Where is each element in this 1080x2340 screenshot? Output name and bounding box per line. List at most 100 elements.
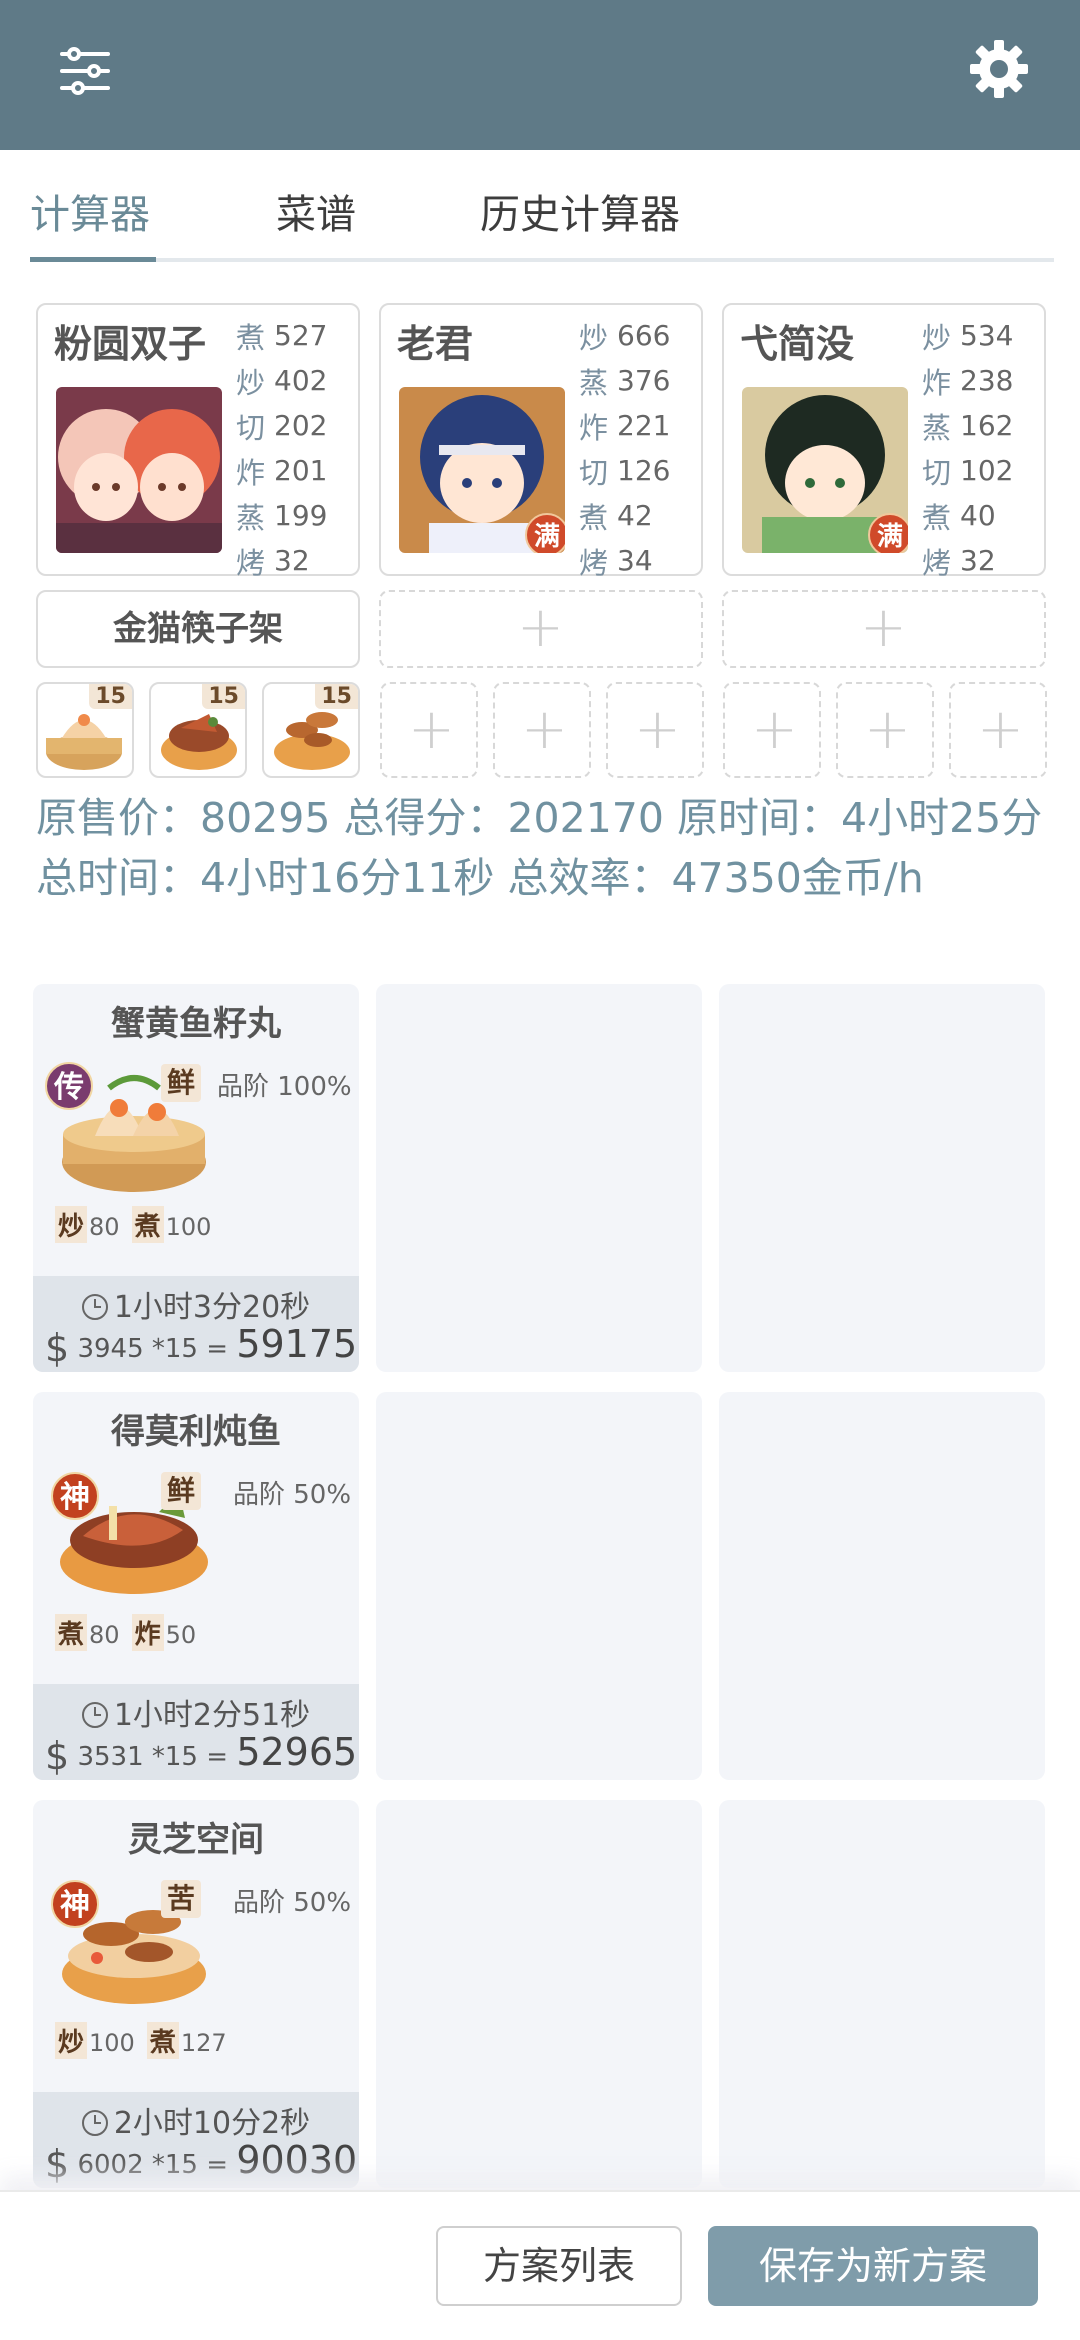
tab-recipes[interactable]: 菜谱	[276, 182, 356, 240]
dish-slot[interactable]: 15	[149, 682, 247, 778]
gear-icon[interactable]	[968, 38, 1030, 100]
chef-name: 弋简没	[740, 322, 855, 366]
plus-icon: +	[517, 595, 564, 660]
full-level-badge: 满	[868, 513, 908, 553]
stat-label: 烤	[579, 545, 609, 580]
flavor-tag: 苦	[161, 1880, 202, 1918]
tab-history-calculator[interactable]: 历史计算器	[480, 182, 680, 240]
dish-count-badge: 15	[89, 684, 132, 709]
dish-slot-empty[interactable]: +	[493, 682, 591, 778]
clock-icon	[81, 1702, 108, 1728]
skill-label: 炒	[55, 1206, 88, 1243]
skill-label: 煮	[146, 2022, 179, 2059]
plus-icon: +	[977, 697, 1024, 762]
dish-slot-empty[interactable]: +	[723, 682, 821, 778]
stat-value: 42	[617, 499, 653, 532]
chef-stats: 炒 666 蒸 376 炸 221 切 126 煮 42 烤 34	[579, 313, 670, 583]
summary-text: 原售价：80295 总得分：202170 原时间：4小时25分 总时间：4小时1…	[36, 794, 1043, 902]
stat-value: 34	[617, 544, 653, 577]
stat-value: 32	[274, 544, 310, 577]
dish-count-badge: 15	[315, 684, 358, 709]
dish-card-empty[interactable]	[376, 1392, 702, 1780]
save-new-plan-button[interactable]: 保存为新方案	[708, 2226, 1038, 2306]
dish-slot-empty[interactable]: +	[606, 682, 704, 778]
equipment-slot-empty[interactable]: +	[722, 590, 1046, 668]
chef-portrait: 满	[399, 387, 565, 553]
stat-label: 煮	[922, 500, 952, 535]
dish-name: 灵芝空间	[128, 1820, 264, 1860]
chef-card[interactable]: 老君 满 炒 666 蒸 376 炸 221 切 126 煮 42 烤 34	[379, 303, 703, 580]
dish-slot-empty[interactable]: +	[380, 682, 478, 778]
grade-label: 品阶 50%	[233, 1480, 352, 1510]
stat-value: 527	[274, 319, 328, 352]
chef-stats: 煮 527 炒 402 切 202 炸 201 蒸 199 烤 32	[236, 313, 327, 583]
chef-name: 粉圆双子	[54, 322, 207, 366]
stat-value: 162	[960, 409, 1014, 442]
skill-value: 100	[165, 1213, 212, 1241]
stat-label: 炸	[579, 410, 609, 445]
dish-price: $ 6002 *15 = 90030	[45, 2138, 358, 2186]
stat-label: 蒸	[579, 365, 609, 400]
dish-slot[interactable]: 15	[262, 682, 360, 778]
stat-value: 534	[960, 319, 1014, 352]
plus-icon: +	[860, 595, 907, 660]
equipment-slot[interactable]: 金猫筷子架	[36, 590, 360, 668]
chef-card[interactable]: 粉圆双子 煮 527 炒 402 切 202 炸 201 蒸 199 烤 32	[36, 303, 360, 580]
tab-calculator[interactable]: 计算器	[30, 182, 150, 240]
dish-footer: 2小时10分2秒 $ 6002 *15 = 90030	[33, 2092, 359, 2188]
stat-label: 煮	[236, 320, 266, 355]
clock-icon	[81, 1294, 108, 1320]
dish-card[interactable]: 蟹黄鱼籽丸 传 鲜 品阶 100% 炒 80 煮 100 1小时3分20秒 $ 39…	[33, 984, 359, 1372]
skill-value: 100	[89, 2029, 135, 2057]
dish-card[interactable]: 灵芝空间 神 苦 品阶 50% 炒 100 煮 127 2小时10分2秒 $ 600…	[33, 1800, 359, 2188]
dish-slot-empty[interactable]: +	[949, 682, 1047, 778]
dish-card-empty[interactable]	[719, 1392, 1045, 1780]
skill-label: 煮	[131, 1206, 164, 1243]
plan-list-button[interactable]: 方案列表	[436, 2226, 682, 2306]
dish-card-empty[interactable]	[719, 984, 1045, 1372]
stat-value: 238	[960, 364, 1014, 397]
grade-label: 品阶 100%	[217, 1072, 352, 1102]
stat-label: 切	[922, 455, 952, 490]
stat-value: 202	[274, 409, 328, 442]
dish-card[interactable]: 得莫利炖鱼 神 鲜 品阶 50% 煮 80 炸 50 1小时2分51秒 $ 3531…	[33, 1392, 359, 1780]
dish-card-empty[interactable]	[719, 1800, 1045, 2188]
skill-value: 50	[165, 1621, 197, 1649]
stat-value: 40	[960, 499, 996, 532]
stat-label: 炒	[579, 320, 609, 355]
stat-label: 烤	[922, 545, 952, 580]
dish-card-empty[interactable]	[376, 1800, 702, 2188]
skill-label: 煮	[55, 1614, 88, 1651]
dish-card-empty[interactable]	[376, 984, 702, 1372]
clock-icon	[81, 2110, 108, 2136]
plus-icon: +	[408, 697, 455, 762]
full-level-badge: 满	[525, 513, 565, 553]
stat-label: 炒	[236, 365, 266, 400]
rarity-badge: 传	[45, 1062, 93, 1110]
tab-bar: 计算器 菜谱 历史计算器	[0, 150, 1080, 262]
equipment-slot-empty[interactable]: +	[379, 590, 703, 668]
stat-label: 煮	[579, 500, 609, 535]
plus-icon: +	[521, 697, 568, 762]
stat-value: 102	[960, 454, 1014, 487]
skill-label: 炒	[55, 2022, 88, 2059]
skill-value: 80	[89, 1621, 120, 1649]
grade-label: 品阶 50%	[233, 1888, 352, 1918]
chef-stats: 炒 534 炸 238 蒸 162 切 102 煮 40 烤 32	[922, 313, 1013, 583]
plus-icon: +	[751, 697, 798, 762]
dish-slot-empty[interactable]: +	[836, 682, 934, 778]
plus-icon: +	[634, 697, 681, 762]
stat-value: 32	[960, 544, 996, 577]
dish-total: 59175	[236, 1322, 358, 1366]
stat-label: 炸	[922, 365, 952, 400]
dish-total: 52965	[236, 1730, 358, 1774]
stat-label: 蒸	[236, 500, 266, 535]
dish-slot[interactable]: 15	[36, 682, 134, 778]
plus-icon: +	[864, 697, 911, 762]
dish-price: $ 3531 *15 = 52965	[45, 1730, 358, 1778]
rarity-badge: 神	[51, 1472, 99, 1520]
chef-portrait: 满	[742, 387, 908, 553]
sliders-icon[interactable]	[58, 44, 112, 98]
stat-label: 切	[236, 410, 266, 445]
chef-card[interactable]: 弋简没 满 炒 534 炸 238 蒸 162 切 102 煮 40 烤 32	[722, 303, 1046, 580]
